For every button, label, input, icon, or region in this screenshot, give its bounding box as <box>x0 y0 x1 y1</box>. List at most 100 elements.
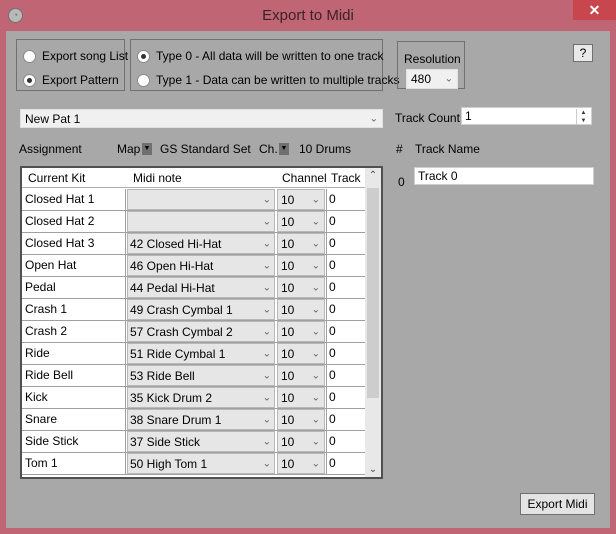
map-dropdown[interactable]: ▼ <box>142 141 152 155</box>
channel-select[interactable]: 10 ⌄ <box>277 409 325 430</box>
radio-export-pattern[interactable]: Export Pattern <box>23 73 119 87</box>
midi-note-select[interactable]: 42 Closed Hi-Hat ⌄ <box>127 233 275 254</box>
midi-note-value: 35 Kick Drum 2 <box>130 391 213 405</box>
channel-select[interactable]: 10 ⌄ <box>277 387 325 408</box>
table-row[interactable]: Kick 35 Kick Drum 2 ⌄ 10 ⌄ 0 <box>22 387 365 409</box>
cell-track[interactable]: 0 <box>326 321 364 342</box>
channel-select[interactable]: 10 ⌄ <box>277 189 325 210</box>
column-header-current-kit[interactable]: Current Kit <box>28 171 85 185</box>
map-label: Map <box>117 142 141 156</box>
cell-track[interactable]: 0 <box>326 409 364 430</box>
table-row[interactable]: Ride 51 Ride Cymbal 1 ⌄ 10 ⌄ 0 <box>22 343 365 365</box>
resolution-select[interactable]: 480 ⌄ <box>406 69 458 89</box>
table-row[interactable]: Pedal 44 Pedal Hi-Hat ⌄ 10 ⌄ 0 <box>22 277 365 299</box>
midi-note-select[interactable]: 50 High Tom 1 ⌄ <box>127 453 275 474</box>
spin-down-icon[interactable]: ▼ <box>577 117 590 125</box>
midi-note-select[interactable]: 37 Side Stick ⌄ <box>127 431 275 452</box>
cell-track[interactable]: 0 <box>326 211 364 232</box>
cell-track[interactable]: 0 <box>326 453 364 474</box>
channel-label: Ch. <box>259 142 278 156</box>
channel-select[interactable]: 10 ⌄ <box>277 431 325 452</box>
chevron-down-icon: ⌄ <box>262 392 271 403</box>
scroll-up-icon[interactable]: ⌃ <box>365 170 381 181</box>
chevron-down-icon: ⌄ <box>262 282 271 293</box>
chevron-down-icon: ⌄ <box>262 260 271 271</box>
channel-select[interactable]: 10 ⌄ <box>277 277 325 298</box>
table-row[interactable]: Open Hat 46 Open Hi-Hat ⌄ 10 ⌄ 0 <box>22 255 365 277</box>
channel-value: 10 <box>281 303 295 317</box>
chevron-down-icon: ⌄ <box>262 194 271 205</box>
table-row[interactable]: Closed Hat 3 42 Closed Hi-Hat ⌄ 10 ⌄ 0 <box>22 233 365 255</box>
cell-track[interactable]: 0 <box>326 431 364 452</box>
midi-note-select[interactable]: 57 Crash Cymbal 2 ⌄ <box>127 321 275 342</box>
channel-select[interactable]: 10 ⌄ <box>277 233 325 254</box>
radio-type-0[interactable]: Type 0 - All data will be written to one… <box>137 49 383 63</box>
cell-track[interactable]: 0 <box>326 277 364 298</box>
cell-track[interactable]: 0 <box>326 299 364 320</box>
cell-track[interactable]: 0 <box>326 189 364 210</box>
table-row[interactable]: Closed Hat 2 ⌄ 10 ⌄ 0 <box>22 211 365 233</box>
radio-export-song-list[interactable]: Export song List <box>23 49 128 63</box>
channel-dropdown[interactable]: ▼ <box>279 141 289 155</box>
dropdown-arrow-icon[interactable]: ▼ <box>142 142 152 155</box>
channel-select[interactable]: 10 ⌄ <box>277 321 325 342</box>
midi-note-select[interactable]: 51 Ride Cymbal 1 ⌄ <box>127 343 275 364</box>
radio-label: Export Pattern <box>42 73 119 87</box>
cell-track[interactable]: 0 <box>326 365 364 386</box>
midi-note-select[interactable]: ⌄ <box>127 211 275 232</box>
chevron-down-icon: ⌄ <box>311 458 320 469</box>
pattern-select[interactable]: New Pat 1 ⌄ <box>20 109 383 128</box>
channel-select[interactable]: 10 ⌄ <box>277 255 325 276</box>
table-row[interactable]: Crash 2 57 Crash Cymbal 2 ⌄ 10 ⌄ 0 <box>22 321 365 343</box>
spin-up-icon[interactable]: ▲ <box>577 109 590 117</box>
cell-track[interactable]: 0 <box>326 255 364 276</box>
map-value: GS Standard Set <box>160 142 251 156</box>
scroll-down-icon[interactable]: ⌄ <box>365 464 381 475</box>
midi-note-value: 44 Pedal Hi-Hat <box>130 281 215 295</box>
table-row[interactable]: Ride Bell 53 Ride Bell ⌄ 10 ⌄ 0 <box>22 365 365 387</box>
track-count-input[interactable]: 1 ▲ ▼ <box>461 107 592 125</box>
table-row[interactable]: Crash 1 49 Crash Cymbal 1 ⌄ 10 ⌄ 0 <box>22 299 365 321</box>
midi-note-select[interactable]: 53 Ride Bell ⌄ <box>127 365 275 386</box>
cell-current-kit: Closed Hat 3 <box>24 233 126 254</box>
radio-type-1[interactable]: Type 1 - Data can be written to multiple… <box>137 73 399 87</box>
channel-select[interactable]: 10 ⌄ <box>277 365 325 386</box>
midi-note-select[interactable]: 49 Crash Cymbal 1 ⌄ <box>127 299 275 320</box>
cell-track[interactable]: 0 <box>326 233 364 254</box>
dropdown-arrow-icon[interactable]: ▼ <box>279 142 289 155</box>
radio-circle[interactable] <box>23 73 36 87</box>
radio-circle[interactable] <box>23 49 36 63</box>
spin-buttons[interactable]: ▲ ▼ <box>576 109 590 125</box>
table-row[interactable]: Side Stick 37 Side Stick ⌄ 10 ⌄ 0 <box>22 431 365 453</box>
cell-track[interactable]: 0 <box>326 387 364 408</box>
midi-note-select[interactable]: 35 Kick Drum 2 ⌄ <box>127 387 275 408</box>
channel-select[interactable]: 10 ⌄ <box>277 211 325 232</box>
radio-circle[interactable] <box>137 49 150 63</box>
channel-select[interactable]: 10 ⌄ <box>277 343 325 364</box>
midi-note-select[interactable]: 38 Snare Drum 1 ⌄ <box>127 409 275 430</box>
midi-note-select[interactable]: 46 Open Hi-Hat ⌄ <box>127 255 275 276</box>
column-header-track[interactable]: Track <box>331 171 361 185</box>
table-row[interactable]: Closed Hat 1 ⌄ 10 ⌄ 0 <box>22 189 365 211</box>
midi-note-select[interactable]: ⌄ <box>127 189 275 210</box>
export-midi-button[interactable]: Export Midi <box>520 493 595 515</box>
channel-value: 10 <box>281 325 295 339</box>
cell-current-kit: Ride Bell <box>24 365 126 386</box>
help-button[interactable]: ? <box>573 44 593 62</box>
table-row[interactable]: Snare 38 Snare Drum 1 ⌄ 10 ⌄ 0 <box>22 409 365 431</box>
close-button[interactable]: ✕ <box>573 0 616 20</box>
radio-circle[interactable] <box>137 73 150 87</box>
column-header-midi-note[interactable]: Midi note <box>133 171 182 185</box>
track-name-input[interactable]: Track 0 <box>414 167 594 185</box>
midi-note-select[interactable]: 44 Pedal Hi-Hat ⌄ <box>127 277 275 298</box>
column-header-channel[interactable]: Channel <box>282 171 327 185</box>
channel-select[interactable]: 10 ⌄ <box>277 453 325 474</box>
channel-select[interactable]: 10 ⌄ <box>277 299 325 320</box>
cell-track[interactable]: 0 <box>326 343 364 364</box>
chevron-down-icon: ⌄ <box>262 414 271 425</box>
cell-current-kit: Crash 2 <box>24 321 126 342</box>
resolution-group: Resolution 480 ⌄ <box>397 41 465 89</box>
scroll-thumb[interactable] <box>367 188 379 398</box>
vertical-scrollbar[interactable]: ⌃ ⌄ <box>365 168 381 477</box>
table-row[interactable]: Tom 1 50 High Tom 1 ⌄ 10 ⌄ 0 <box>22 453 365 475</box>
